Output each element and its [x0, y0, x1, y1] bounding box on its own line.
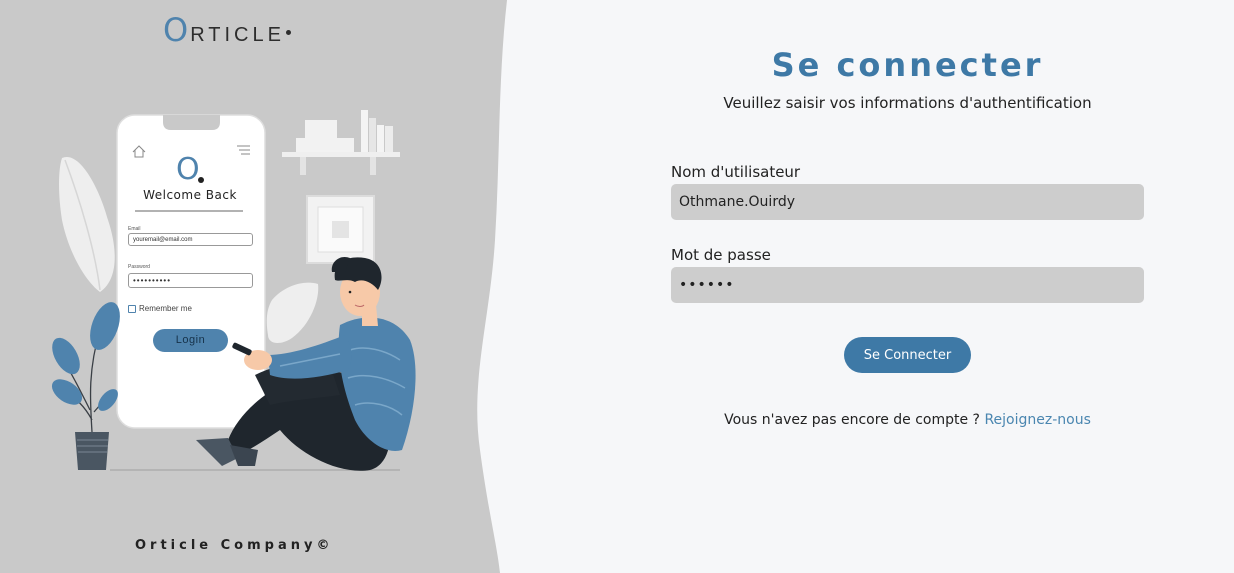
phone-mockup-welcome: Welcome Back: [143, 188, 237, 202]
phone-mockup-login-button: Login: [153, 329, 228, 352]
phone-mockup-password-field: ••••••••••: [128, 273, 253, 288]
signup-link[interactable]: Rejoignez-nous: [984, 412, 1090, 428]
page-title: Se connecter: [771, 46, 1044, 84]
phone-mockup-email-label: Email: [128, 226, 141, 232]
phone-mockup-remember-label: Remember me: [139, 304, 192, 313]
phone-mockup-email-field: youremail@email.com: [128, 233, 253, 246]
signup-prompt-line: Vous n'avez pas encore de compte ? Rejoi…: [690, 412, 1125, 428]
phone-mockup-logo: O: [176, 152, 200, 187]
signup-prompt-text: Vous n'avez pas encore de compte ?: [724, 412, 980, 428]
login-submit-button[interactable]: Se Connecter: [844, 337, 971, 373]
username-input[interactable]: [671, 184, 1144, 220]
phone-mockup-remember: Remember me: [128, 304, 192, 313]
company-footer: Orticle Company©: [135, 538, 334, 553]
password-label: Mot de passe: [671, 246, 771, 264]
username-label: Nom d'utilisateur: [671, 163, 801, 181]
page-subtitle: Veuillez saisir vos informations d'authe…: [723, 94, 1092, 112]
phone-mockup-password-label: Password: [128, 264, 150, 270]
checkbox-icon: [128, 304, 136, 313]
password-input[interactable]: [671, 267, 1144, 303]
phone-mockup-logo-dot: [198, 177, 204, 183]
login-illustration: [51, 110, 416, 471]
left-panel: O RTICLE O Welcome Back Email youremail@…: [0, 0, 520, 573]
